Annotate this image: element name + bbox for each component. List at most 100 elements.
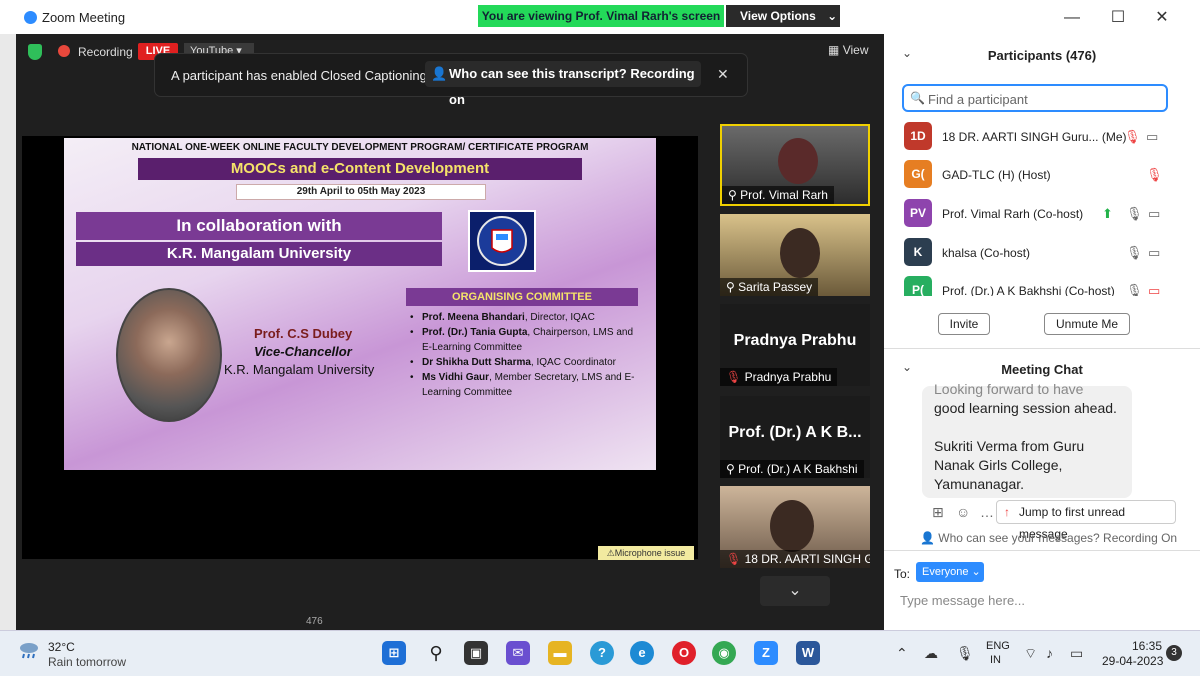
muted-mic-icon[interactable]: 🎙	[1146, 167, 1163, 183]
participant-row[interactable]: P( Prof. (Dr.) A K Bakhshi (Co-host) 🎙 ▭	[884, 272, 1184, 296]
word-app-icon[interactable]: W	[796, 641, 820, 665]
video-off-icon[interactable]: ▭	[1148, 283, 1160, 296]
wifi-icon[interactable]: ⌔	[1024, 645, 1037, 663]
search-icon[interactable]: ⚲	[424, 641, 448, 665]
help-icon[interactable]: ?	[590, 641, 614, 665]
microphone-icon[interactable]: 🎙	[1126, 206, 1143, 222]
clock-date[interactable]: 29-04-2023	[1102, 654, 1163, 668]
video-camera-icon[interactable]: ▭	[1148, 206, 1160, 222]
start-icon[interactable]: ⊞	[382, 641, 406, 665]
microphone-issue-badge[interactable]: ⚠Microphone issue	[598, 546, 694, 560]
chat-message: Looking forward to have good learning se…	[922, 381, 1132, 498]
muted-mic-icon[interactable]: 🎙	[1124, 129, 1141, 145]
language-indicator[interactable]: ENG	[986, 640, 1010, 652]
opera-browser-icon[interactable]: O	[672, 641, 696, 665]
meeting-chat-title: Meeting Chat	[1001, 362, 1083, 377]
participant-name: Prof. Vimal Rarh (Co-host)	[942, 207, 1084, 221]
microphone-icon[interactable]: 🎙	[1126, 245, 1143, 261]
person-lock-icon: 👤	[431, 66, 448, 81]
weather-description[interactable]: Rain tomorrow	[48, 655, 126, 669]
avatar: G(	[904, 160, 932, 188]
video-camera-icon[interactable]: ▭	[1146, 129, 1158, 145]
tile-caption: ⚲ Prof. (Dr.) A K Bakhshi	[720, 460, 864, 478]
gallery-view-icon: ▦	[828, 43, 840, 57]
task-view-icon[interactable]: ▣	[464, 641, 488, 665]
participant-search-input[interactable]: 🔍 Find a participant	[902, 84, 1168, 112]
avatar: 1D	[904, 122, 932, 150]
participants-count[interactable]: 476	[306, 616, 323, 627]
shared-screen: NATIONAL ONE-WEEK ONLINE FACULTY DEVELOP…	[22, 136, 698, 560]
muted-mic-icon: 🎙	[726, 370, 742, 384]
invite-button[interactable]: Invite	[938, 313, 990, 335]
tile-caption: 🎙 18 DR. AARTI SINGH G...	[720, 550, 870, 568]
participant-row[interactable]: PV Prof. Vimal Rarh (Co-host) ⬆ 🎙 ▭	[884, 195, 1184, 233]
video-tile-sarita-passey[interactable]: ⚲ Sarita Passey	[720, 214, 870, 296]
emoji-icon[interactable]: ☺	[956, 504, 970, 520]
battery-icon[interactable]: ▭	[1070, 645, 1083, 662]
slide-university: K.R. Mangalam University	[76, 242, 442, 266]
view-button[interactable]: ▦ View	[828, 43, 868, 57]
microphone-icon[interactable]: 🎙	[956, 645, 974, 662]
video-tile-vimal-rarh[interactable]: ⚲ Prof. Vimal Rarh	[720, 124, 870, 206]
left-ruler	[0, 34, 16, 630]
edge-browser-icon[interactable]: e	[630, 641, 654, 665]
close-window-button[interactable]: ✕	[1152, 8, 1172, 28]
more-icon[interactable]: …	[980, 504, 994, 520]
chat-message-text: Sukriti Verma from Guru Nanak Girls Coll…	[934, 438, 1085, 492]
slide-collab: In collaboration with	[76, 212, 442, 240]
language-region[interactable]: IN	[990, 654, 1001, 666]
zoom-logo-icon	[24, 11, 37, 24]
view-options-button[interactable]: View Options ⌄	[726, 5, 840, 27]
transcript-info-pill[interactable]: 👤 Who can see this transcript? Recording…	[425, 61, 701, 107]
chat-message-text: Looking forward to have	[934, 381, 1084, 397]
chrome-browser-icon[interactable]: ◉	[712, 641, 736, 665]
cc-message: A participant has enabled Closed Caption…	[171, 68, 427, 83]
minimize-button[interactable]: —	[1062, 8, 1082, 28]
participant-row[interactable]: 1D 18 DR. AARTI SINGH Guru... (Me) 🎙 ▭	[884, 118, 1184, 156]
chat-visibility-info[interactable]: 👤 Who can see your messages? Recording O…	[920, 531, 1177, 545]
chevron-down-icon: ⌄	[827, 9, 838, 23]
microphone-icon[interactable]: 🎙	[1126, 283, 1143, 296]
notification-badge[interactable]: 3	[1166, 645, 1182, 661]
tile-big-name: Prof. (Dr.) A K B...	[728, 424, 862, 441]
chat-input[interactable]: Type message here...	[900, 593, 1025, 608]
video-tile-aarti-singh[interactable]: 🎙 18 DR. AARTI SINGH G...	[720, 486, 870, 568]
panel-scrollbar[interactable]	[1190, 114, 1196, 534]
unmute-me-button[interactable]: Unmute Me	[1044, 313, 1130, 335]
video-tile-ak-bakhshi[interactable]: Prof. (Dr.) A K B... ⚲ Prof. (Dr.) A K B…	[720, 396, 870, 478]
search-placeholder: Find a participant	[928, 92, 1028, 107]
slide-header: NATIONAL ONE-WEEK ONLINE FACULTY DEVELOP…	[131, 142, 589, 153]
chat-app-icon[interactable]: ✉	[506, 641, 530, 665]
rain-cloud-icon[interactable]	[18, 641, 40, 659]
maximize-button[interactable]: ☐	[1108, 8, 1128, 28]
weather-temperature[interactable]: 32°C	[48, 640, 75, 654]
clock-time[interactable]: 16:35	[1132, 639, 1162, 653]
reply-icon[interactable]: ⊞	[932, 504, 944, 521]
pin-icon: ⚲	[728, 188, 737, 202]
side-panel: ⌄ Participants (476) 🔍 Find a participan…	[884, 34, 1200, 630]
file-explorer-icon[interactable]: ▬	[548, 641, 572, 665]
tile-big-name: Pradnya Prabhu	[733, 332, 857, 349]
window-title: Zoom Meeting	[42, 10, 126, 25]
avatar: K	[904, 238, 932, 266]
video-camera-icon[interactable]: ▭	[1148, 245, 1160, 261]
closed-caption-banner: A participant has enabled Closed Caption…	[155, 54, 747, 107]
chevron-down-icon: ⌄	[788, 582, 802, 599]
participant-row[interactable]: G( GAD-TLC (H) (Host) 🎙	[884, 156, 1184, 194]
security-shield-icon[interactable]	[28, 44, 42, 60]
participant-row[interactable]: K khalsa (Co-host) 🎙 ▭	[884, 234, 1184, 272]
presentation-slide: NATIONAL ONE-WEEK ONLINE FACULTY DEVELOP…	[64, 138, 656, 470]
vc-name: Prof. C.S Dubey	[254, 326, 353, 341]
speaker-icon[interactable]: ♪	[1046, 645, 1053, 661]
zoom-app-icon[interactable]: Z	[754, 641, 778, 665]
recipient-dropdown[interactable]: Everyone ⌄	[916, 562, 984, 582]
jump-to-unread-button[interactable]: ↑ Jump to first unread message	[996, 500, 1176, 541]
cloud-icon[interactable]: ☁	[924, 645, 938, 662]
video-tile-pradnya-prabhu[interactable]: Pradnya Prabhu 🎙 Pradnya Prabhu	[720, 304, 870, 386]
chevron-up-icon[interactable]: ⌃	[896, 645, 908, 662]
participant-name: khalsa (Co-host)	[942, 246, 1031, 260]
scroll-tiles-down-button[interactable]: ⌄	[760, 576, 830, 606]
divider	[884, 550, 1200, 551]
close-banner-button[interactable]: ✕	[717, 66, 729, 83]
participant-name: GAD-TLC (H) (Host)	[942, 168, 1051, 182]
